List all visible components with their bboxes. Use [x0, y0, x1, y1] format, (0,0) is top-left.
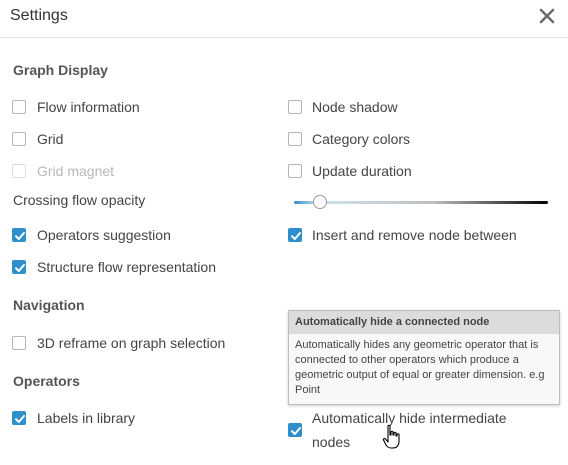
tooltip-title: Automatically hide a connected node [289, 311, 559, 334]
flow-information-checkbox[interactable] [12, 100, 26, 114]
structure-flow-option[interactable]: Structure flow representation [12, 257, 232, 279]
crossing-flow-opacity-slider[interactable] [294, 194, 548, 210]
slider-track [294, 201, 548, 204]
auto-hide-intermediate-label-line2: nodes [312, 434, 351, 450]
insert-remove-node-checkbox[interactable] [288, 228, 302, 242]
checkmark-icon [291, 427, 301, 435]
flow-information-option[interactable]: Flow information [12, 97, 212, 119]
dialog-title: Settings [10, 7, 68, 24]
labels-in-library-label: Labels in library [37, 410, 136, 426]
section-operators: Operators [13, 373, 80, 389]
update-duration-label: Update duration [312, 163, 412, 179]
dialog-header: Settings [0, 0, 568, 38]
labels-in-library-checkbox[interactable] [12, 411, 26, 425]
section-graph-display: Graph Display [13, 62, 108, 78]
update-duration-checkbox[interactable] [288, 164, 302, 178]
node-shadow-option[interactable]: Node shadow [288, 97, 488, 119]
grid-magnet-option: Grid magnet [12, 161, 212, 183]
category-colors-checkbox[interactable] [288, 132, 302, 146]
flow-information-label: Flow information [37, 99, 140, 115]
insert-remove-node-option[interactable]: Insert and remove node between [288, 225, 528, 247]
structure-flow-label: Structure flow representation [37, 259, 216, 275]
node-shadow-checkbox[interactable] [288, 100, 302, 114]
grid-label: Grid [37, 131, 64, 147]
reframe-3d-checkbox[interactable] [12, 336, 26, 350]
checkmark-icon [15, 264, 25, 272]
checkmark-icon [15, 415, 25, 423]
grid-checkbox[interactable] [12, 132, 26, 146]
tooltip: Automatically hide a connected node Auto… [288, 310, 560, 405]
operators-suggestion-option[interactable]: Operators suggestion [12, 225, 232, 247]
node-shadow-label: Node shadow [312, 99, 398, 115]
reframe-3d-label: 3D reframe on graph selection [37, 335, 226, 351]
auto-hide-intermediate-label-line1: Automatically hide intermediate [312, 410, 507, 426]
grid-option[interactable]: Grid [12, 129, 212, 151]
structure-flow-checkbox[interactable] [12, 260, 26, 274]
tooltip-body: Automatically hides any geometric operat… [295, 339, 545, 396]
crossing-flow-opacity-label: Crossing flow opacity [13, 192, 146, 208]
hand-cursor-icon [382, 424, 400, 449]
insert-remove-node-label: Insert and remove node between [312, 227, 517, 243]
category-colors-option[interactable]: Category colors [288, 129, 488, 151]
checkmark-icon [291, 232, 301, 240]
auto-hide-intermediate-checkbox[interactable] [288, 423, 302, 437]
labels-in-library-option[interactable]: Labels in library [12, 408, 212, 430]
slider-thumb[interactable] [313, 195, 328, 209]
reframe-3d-option[interactable]: 3D reframe on graph selection [12, 333, 242, 355]
section-navigation: Navigation [13, 297, 85, 313]
category-colors-label: Category colors [312, 131, 411, 147]
checkmark-icon [15, 232, 25, 240]
close-icon[interactable] [538, 7, 556, 25]
operators-suggestion-checkbox[interactable] [12, 228, 26, 242]
grid-magnet-checkbox [12, 164, 26, 178]
operators-suggestion-label: Operators suggestion [37, 227, 171, 243]
auto-hide-intermediate-option[interactable]: Automatically hide intermediate nodes [288, 408, 528, 454]
grid-magnet-label: Grid magnet [37, 163, 115, 179]
update-duration-option[interactable]: Update duration [288, 161, 488, 183]
